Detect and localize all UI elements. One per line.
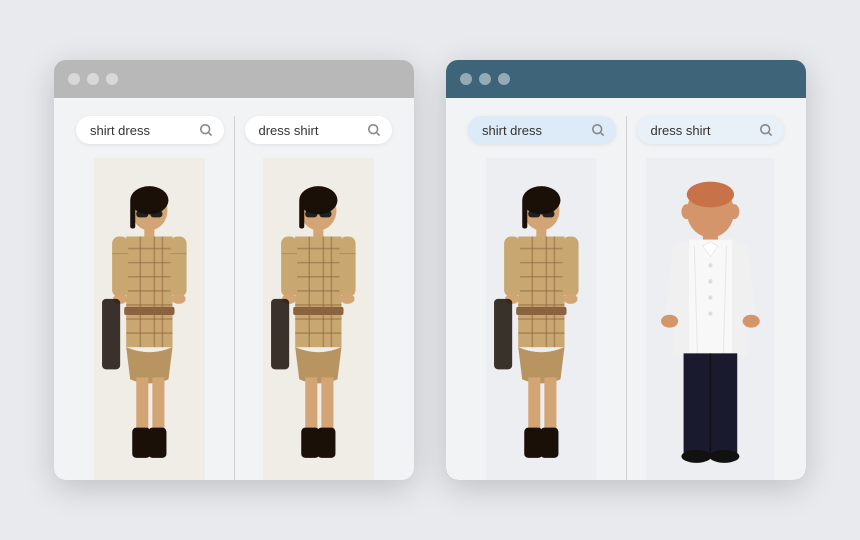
teal-shirt-dress-search-icon [590,122,606,138]
teal-traffic-light-2 [479,73,491,85]
teal-woman-figure [486,158,597,480]
gray-shirt-dress-search-icon [198,122,214,138]
gray-shirt-dress-search-bar[interactable]: shirt dress [76,116,224,144]
gray-woman-figure-2 [263,158,374,480]
teal-traffic-light-1 [460,73,472,85]
traffic-light-3 [106,73,118,85]
teal-dress-shirt-search-bar[interactable]: dress shirt [637,116,785,144]
teal-shirt-dress-product [486,158,597,480]
gray-dress-shirt-search-bar[interactable]: dress shirt [245,116,393,144]
gray-dress-shirt-panel: dress shirt [239,116,399,480]
gray-browser-content: shirt dress [54,98,414,480]
traffic-light-2 [87,73,99,85]
teal-dress-shirt-search-text: dress shirt [651,123,759,138]
teal-browser-window: shirt dress [446,60,806,480]
teal-traffic-light-3 [498,73,510,85]
gray-woman-figure [94,158,205,480]
teal-shirt-dress-panel: shirt dress [462,116,622,480]
teal-browser-content: shirt dress [446,98,806,480]
teal-titlebar [446,60,806,98]
teal-dress-shirt-panel: dress shirt [631,116,791,480]
gray-divider [234,116,235,480]
traffic-light-1 [68,73,80,85]
teal-shirt-dress-search-text: shirt dress [482,123,590,138]
teal-man-figure [646,158,775,480]
gray-shirt-dress-panel: shirt dress [70,116,230,480]
gray-dress-shirt-product [263,158,374,480]
teal-dress-shirt-product [646,158,775,480]
gray-titlebar [54,60,414,98]
teal-shirt-dress-search-bar[interactable]: shirt dress [468,116,616,144]
gray-browser-window: shirt dress [54,60,414,480]
gray-dress-shirt-search-icon [366,122,382,138]
gray-dress-shirt-search-text: dress shirt [259,123,367,138]
gray-shirt-dress-product [94,158,205,480]
teal-divider [626,116,627,480]
teal-dress-shirt-search-icon [758,122,774,138]
gray-shirt-dress-search-text: shirt dress [90,123,198,138]
